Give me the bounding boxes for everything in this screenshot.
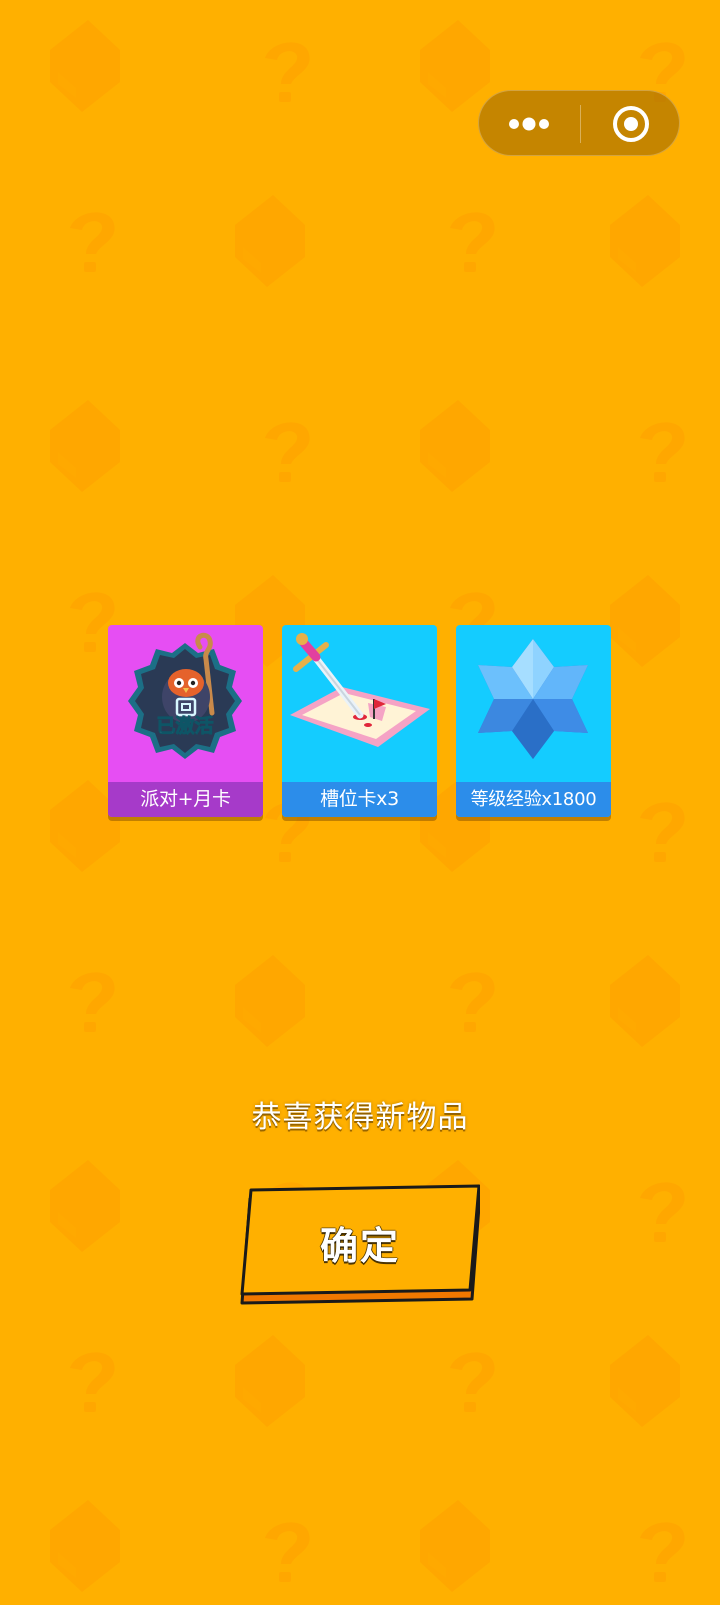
dagger-map-icon <box>290 633 430 747</box>
blue-crystal-star-icon <box>478 639 588 759</box>
reward-items: 已激活 派对+月卡 槽位卡x3 等级经验x1800 <box>108 625 612 821</box>
reward-card-exp[interactable]: 等级经验x1800 <box>456 625 611 817</box>
reward-card-party-monthly[interactable]: 已激活 派对+月卡 <box>108 625 263 817</box>
reward-card-label: 等级经验x1800 <box>456 782 611 817</box>
close-button[interactable] <box>581 91 681 157</box>
more-button[interactable] <box>479 91 579 157</box>
congrats-message: 恭喜获得新物品 <box>251 1100 469 1135</box>
reward-card-slot[interactable]: 槽位卡x3 <box>282 625 437 817</box>
target-circle-icon <box>613 106 649 142</box>
mini-program-capsule <box>478 90 680 156</box>
confirm-button[interactable]: 确定 <box>240 1182 482 1306</box>
confirm-button-label: 确定 <box>319 1224 400 1268</box>
activated-badge-text: 已激活 <box>156 714 213 737</box>
more-dots-icon <box>509 117 549 131</box>
owl-avatar-badge-icon: 已激活 <box>128 632 242 759</box>
reward-card-label: 槽位卡x3 <box>282 782 437 817</box>
reward-card-label: 派对+月卡 <box>108 782 263 817</box>
